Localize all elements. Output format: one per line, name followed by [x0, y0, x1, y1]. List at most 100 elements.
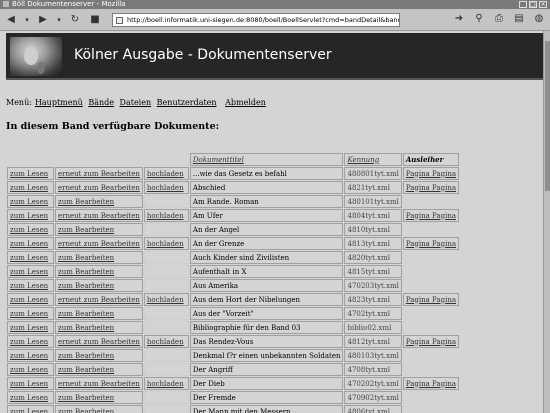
reload-icon[interactable]: ↻ [68, 13, 82, 27]
read-link-cell: zum Lesen [7, 377, 54, 390]
read-link[interactable]: zum Lesen [10, 212, 48, 220]
edit-link[interactable]: zum Bearbeiten [58, 226, 114, 234]
borrower-cell: Pagina Pagina [402, 293, 460, 306]
upload-link[interactable]: hochladen [147, 240, 184, 248]
menu-item-benutzerdaten[interactable]: Benutzerdaten [157, 98, 217, 107]
back-dropdown-icon[interactable]: ▾ [24, 13, 30, 27]
read-link[interactable]: zum Lesen [10, 310, 48, 318]
upload-link-cell: hochladen [143, 293, 189, 306]
print-icon[interactable]: ⎙ [492, 12, 506, 26]
edit-link[interactable]: erneut zum Bearbeiten [58, 170, 140, 178]
read-link[interactable]: zum Lesen [10, 254, 48, 262]
edit-link[interactable]: zum Bearbeiten [58, 324, 114, 332]
menu-item-dateien[interactable]: Dateien [120, 98, 152, 107]
upload-link[interactable]: hochladen [147, 170, 184, 178]
read-link[interactable]: zum Lesen [10, 324, 48, 332]
edit-link[interactable]: erneut zum Bearbeiten [58, 184, 140, 192]
edit-link[interactable]: erneut zum Bearbeiten [58, 212, 140, 220]
document-title-cell: Der Mann mit den Messern [189, 405, 344, 413]
read-link[interactable]: zum Lesen [10, 296, 48, 304]
read-link[interactable]: zum Lesen [10, 408, 48, 413]
edit-link-cell: erneut zum Bearbeiten [55, 293, 143, 306]
edit-link[interactable]: erneut zum Bearbeiten [58, 296, 140, 304]
edit-link[interactable]: erneut zum Bearbeiten [58, 240, 140, 248]
minimize-icon[interactable]: _ [519, 1, 527, 8]
menu-item-abmelden[interactable]: Abmelden [225, 98, 266, 107]
stop-icon[interactable]: ■ [88, 13, 102, 27]
borrower[interactable]: Pagina Pagina [406, 296, 456, 304]
page-content: Kölner Ausgabe - Dokumentenserver Menü: H… [0, 31, 543, 413]
edit-link[interactable]: zum Bearbeiten [58, 352, 114, 360]
read-link[interactable]: zum Lesen [10, 352, 48, 360]
read-link[interactable]: zum Lesen [10, 282, 48, 290]
edit-link[interactable]: erneut zum Bearbeiten [58, 338, 140, 346]
read-link[interactable]: zum Lesen [10, 240, 48, 248]
close-icon[interactable]: × [539, 1, 547, 8]
upload-link-cell: hochladen [143, 209, 189, 222]
read-link[interactable]: zum Lesen [10, 380, 48, 388]
edit-link[interactable]: erneut zum Bearbeiten [58, 380, 140, 388]
edit-link[interactable]: zum Bearbeiten [58, 254, 114, 262]
read-link[interactable]: zum Lesen [10, 268, 48, 276]
read-link[interactable]: zum Lesen [10, 394, 48, 402]
document-id: 470902tyt.xml [347, 393, 399, 402]
forward-icon[interactable]: ▶ [36, 13, 50, 27]
read-link[interactable]: zum Lesen [10, 198, 48, 206]
borrower-cell: Pagina Pagina [402, 209, 460, 222]
document-title-cell: Das Rendez-Vous [189, 335, 344, 348]
borrower[interactable]: Pagina Pagina [406, 240, 456, 248]
document-title: Der Fremde [192, 393, 236, 402]
search-icon[interactable]: ⚲ [472, 12, 486, 26]
upload-link[interactable]: hochladen [147, 184, 184, 192]
edit-link[interactable]: zum Bearbeiten [58, 394, 114, 402]
upload-link-cell [143, 265, 189, 278]
borrower-cell: Pagina Pagina [402, 377, 460, 390]
borrower[interactable]: Pagina Pagina [406, 338, 456, 346]
document-id: 480103tyt.xml [347, 351, 399, 360]
table-row: zum Lesen erneut zum Bearbeiten hochladen D… [7, 377, 460, 390]
go-icon[interactable]: ➜ [452, 12, 466, 26]
document-id-cell: 4821tyt.xml [344, 181, 402, 194]
header-kennung[interactable]: Kennung [344, 153, 402, 166]
borrower-cell: Pagina Pagina [402, 237, 460, 250]
edit-link[interactable]: zum Bearbeiten [58, 268, 114, 276]
read-link[interactable]: zum Lesen [10, 226, 48, 234]
borrower[interactable]: Pagina Pagina [406, 184, 456, 192]
upload-link[interactable]: hochladen [147, 296, 184, 304]
forward-dropdown-icon[interactable]: ▾ [56, 13, 62, 27]
edit-link[interactable]: zum Bearbeiten [58, 310, 114, 318]
upload-link[interactable]: hochladen [147, 212, 184, 220]
read-link[interactable]: zum Lesen [10, 184, 48, 192]
document-title: Aufenthalt in X [192, 267, 247, 276]
read-link[interactable]: zum Lesen [10, 366, 48, 374]
back-icon[interactable]: ◀ [4, 13, 18, 27]
table-row: zum Lesen erneut zum Bearbeiten hochladen.… [7, 167, 460, 180]
url-bar[interactable]: http://boell.informatik.uni-siegen.de:80… [112, 12, 400, 27]
edit-link[interactable]: zum Bearbeiten [58, 408, 114, 413]
read-link[interactable]: zum Lesen [10, 338, 48, 346]
borrower[interactable]: Pagina Pagina [406, 170, 456, 178]
site-title: Kölner Ausgabe - Dokumentenserver [74, 47, 332, 63]
document-title-cell: Bibliographie für den Band 03 [189, 321, 344, 334]
maximize-icon[interactable]: □ [529, 1, 537, 8]
read-link[interactable]: zum Lesen [10, 170, 48, 178]
document-title-cell: Der Fremde [189, 391, 344, 404]
upload-link[interactable]: hochladen [147, 380, 184, 388]
document-title: Bibliographie für den Band 03 [192, 323, 301, 332]
document-title-cell: Aus Amerika [189, 279, 344, 292]
upload-link[interactable]: hochladen [147, 338, 184, 346]
vertical-scrollbar[interactable] [543, 31, 550, 413]
document-title-cell: Aus der "Vorzeit" [189, 307, 344, 320]
edit-link[interactable]: zum Bearbeiten [58, 366, 114, 374]
documents-table: Dokumenttitel Kennung Ausleiher zum Lese… [6, 152, 460, 413]
scrollbar-thumb[interactable] [545, 41, 550, 191]
menu-item-hauptmenu[interactable]: Hauptmenü [35, 98, 83, 107]
header-dokumenttitel[interactable]: Dokumenttitel [189, 153, 344, 166]
edit-link[interactable]: zum Bearbeiten [58, 198, 114, 206]
menu-item-baende[interactable]: Bände [88, 98, 114, 107]
borrower[interactable]: Pagina Pagina [406, 212, 456, 220]
sidebar-icon[interactable]: ▤ [512, 12, 526, 26]
edit-link[interactable]: zum Bearbeiten [58, 282, 114, 290]
borrower[interactable]: Pagina Pagina [406, 380, 456, 388]
window-titlebar: Böll Dokumentenserver - Mozilla _ □ × [0, 0, 550, 9]
